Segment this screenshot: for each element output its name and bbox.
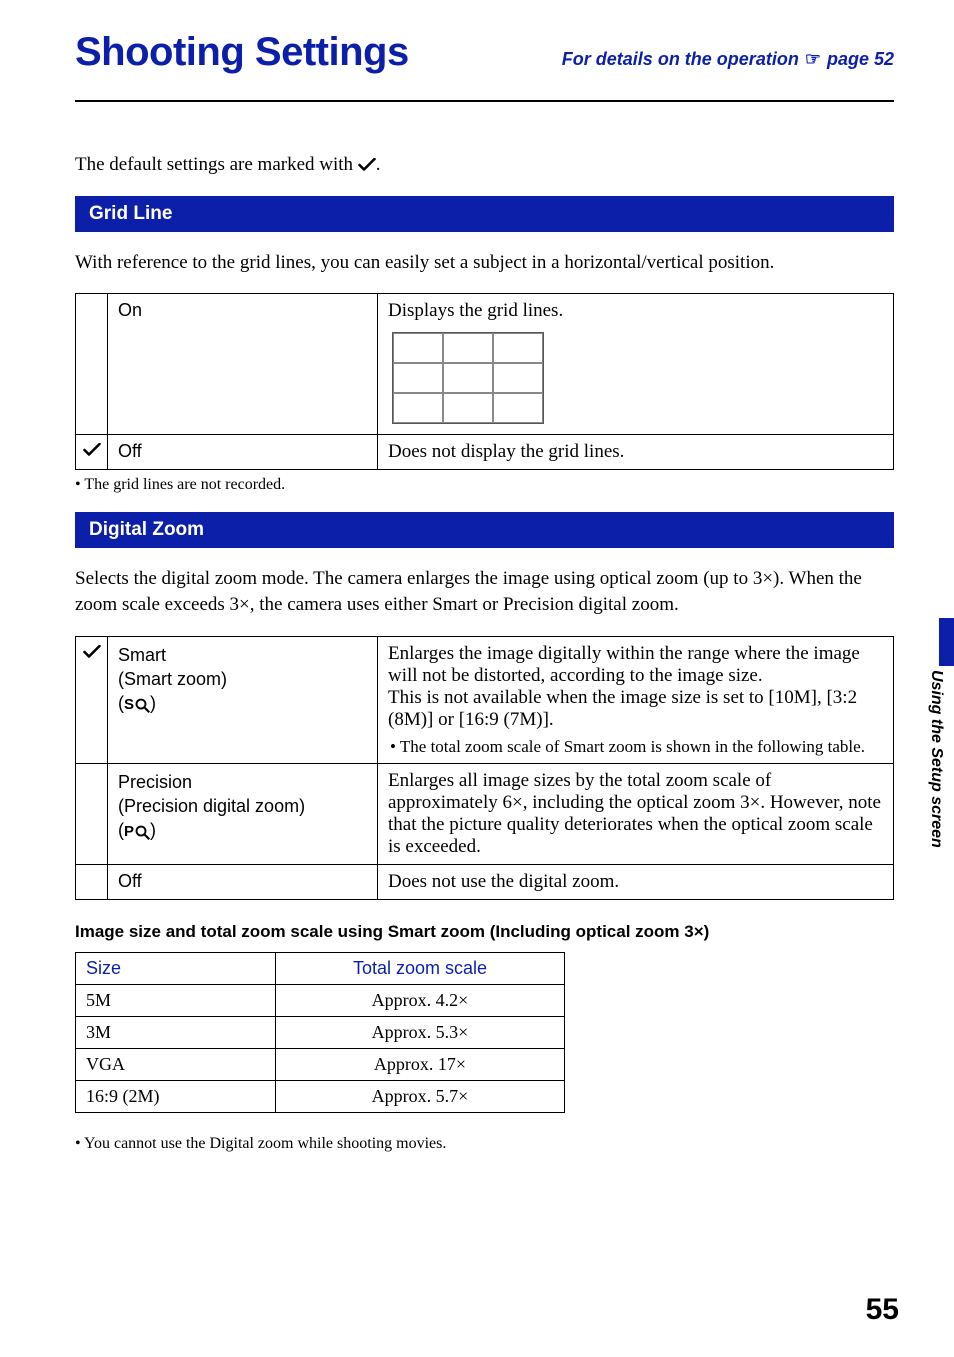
table-row: Off Does not display the grid lines. xyxy=(76,435,894,470)
option-name-line2: (Smart zoom) xyxy=(118,667,367,691)
default-mark-cell xyxy=(76,864,108,899)
check-icon xyxy=(83,643,101,664)
default-mark-cell xyxy=(76,435,108,470)
header-crossref: For details on the operation ☞ page 52 xyxy=(562,49,894,70)
zoom-scale-table: Size Total zoom scale 5M Approx. 4.2× 3M… xyxy=(75,952,565,1113)
cell-size: 5M xyxy=(76,984,276,1016)
option-name: Precision (Precision digital zoom) (P) xyxy=(108,763,378,864)
icon-prefix-letter: S xyxy=(124,695,134,715)
smart-zoom-icon: S xyxy=(124,695,150,715)
option-name-line2: (Precision digital zoom) xyxy=(118,794,367,818)
option-desc: Enlarges all image sizes by the total zo… xyxy=(378,763,894,864)
cell-scale: Approx. 5.3× xyxy=(276,1016,565,1048)
check-icon xyxy=(83,441,101,462)
option-name: Off xyxy=(108,864,378,899)
page-title: Shooting Settings xyxy=(75,30,409,75)
pointing-hand-icon: ☞ xyxy=(805,49,821,70)
cell-scale: Approx. 17× xyxy=(276,1048,565,1080)
option-name-line1: Smart xyxy=(118,643,367,667)
grid-line-desc: With reference to the grid lines, you ca… xyxy=(75,250,894,276)
intro-text-after: . xyxy=(376,154,381,175)
section-heading-digital-zoom: Digital Zoom xyxy=(75,512,894,548)
option-desc: Does not use the digital zoom. xyxy=(378,864,894,899)
intro-text-before: The default settings are marked with xyxy=(75,154,358,175)
col-size: Size xyxy=(76,952,276,984)
cell-size: 3M xyxy=(76,1016,276,1048)
table-row: Off Does not use the digital zoom. xyxy=(76,864,894,899)
page-number: 55 xyxy=(866,1293,899,1327)
table-header-row: Size Total zoom scale xyxy=(76,952,565,984)
cell-size: 16:9 (2M) xyxy=(76,1080,276,1112)
option-name-line1: Precision xyxy=(118,770,367,794)
crossref-page: page 52 xyxy=(827,49,894,70)
crossref-prefix: For details on the operation xyxy=(562,49,799,70)
intro-paragraph: The default settings are marked with . xyxy=(75,152,894,178)
table-row: 3M Approx. 5.3× xyxy=(76,1016,565,1048)
check-icon xyxy=(358,158,376,172)
option-desc: Displays the grid lines. xyxy=(388,300,883,322)
cell-scale: Approx. 5.7× xyxy=(276,1080,565,1112)
table-row: On Displays the grid lines. xyxy=(76,294,894,435)
default-mark-cell xyxy=(76,294,108,435)
section-heading-grid-line: Grid Line xyxy=(75,196,894,232)
cell-size: VGA xyxy=(76,1048,276,1080)
grid-line-options-table: On Displays the grid lines. Off Does not… xyxy=(75,293,894,470)
header-rule xyxy=(75,100,894,102)
option-desc: Does not display the grid lines. xyxy=(378,435,894,470)
table-row: VGA Approx. 17× xyxy=(76,1048,565,1080)
precision-zoom-icon: P xyxy=(124,822,150,842)
table-row: Precision (Precision digital zoom) (P) E… xyxy=(76,763,894,864)
grid-line-note: The grid lines are not recorded. xyxy=(75,476,894,494)
side-tab-accent xyxy=(939,618,954,666)
digital-zoom-options-table: Smart (Smart zoom) (S) Enlarges the imag… xyxy=(75,636,894,900)
default-mark-cell xyxy=(76,636,108,763)
side-tab-label: Using the Setup screen xyxy=(927,670,945,848)
option-desc-cell: Displays the grid lines. xyxy=(378,294,894,435)
digital-zoom-note: You cannot use the Digital zoom while sh… xyxy=(75,1135,894,1153)
table-row: Smart (Smart zoom) (S) Enlarges the imag… xyxy=(76,636,894,763)
digital-zoom-desc: Selects the digital zoom mode. The camer… xyxy=(75,566,894,617)
table-row: 16:9 (2M) Approx. 5.7× xyxy=(76,1080,565,1112)
option-name: Off xyxy=(108,435,378,470)
option-subnote: • The total zoom scale of Smart zoom is … xyxy=(388,737,883,757)
option-name: On xyxy=(108,294,378,435)
option-subnote-text: The total zoom scale of Smart zoom is sh… xyxy=(400,737,865,756)
icon-prefix-letter: P xyxy=(124,822,134,842)
cell-scale: Approx. 4.2× xyxy=(276,984,565,1016)
option-desc-cell: Enlarges the image digitally within the … xyxy=(378,636,894,763)
col-scale: Total zoom scale xyxy=(276,952,565,984)
zoom-table-heading: Image size and total zoom scale using Sm… xyxy=(75,922,894,942)
table-row: 5M Approx. 4.2× xyxy=(76,984,565,1016)
option-name: Smart (Smart zoom) (S) xyxy=(108,636,378,763)
grid-demo-figure xyxy=(392,332,883,424)
default-mark-cell xyxy=(76,763,108,864)
option-desc: Enlarges the image digitally within the … xyxy=(388,643,883,731)
